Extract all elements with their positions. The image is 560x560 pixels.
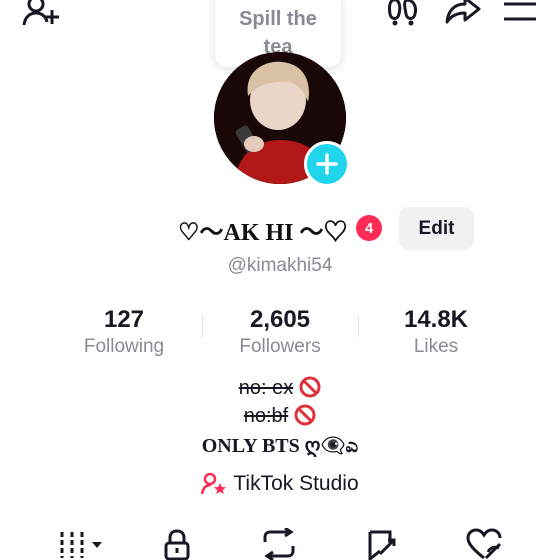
display-name: ♡〜AK HI 〜♡ (178, 220, 348, 246)
bubble-line-1: Spill the (239, 7, 317, 30)
bio-text: no: ex (238, 377, 294, 399)
favorites-icon[interactable] (366, 528, 400, 560)
footprints-icon[interactable] (387, 0, 421, 28)
prohibited-icon (299, 376, 321, 404)
stat-label: Following (83, 336, 165, 357)
reposts-icon[interactable] (262, 528, 296, 560)
share-icon[interactable] (445, 0, 481, 24)
menu-icon[interactable] (504, 2, 536, 22)
stat-divider (202, 316, 203, 338)
studio-label: TikTok Studio (233, 472, 359, 495)
bio-text: no:bf (243, 405, 289, 427)
creator-star-icon (201, 472, 227, 496)
stat-followers[interactable]: 2,605 Followers (210, 306, 350, 360)
bio-line-2: no:bf (0, 404, 560, 432)
stat-label: Likes (413, 336, 459, 357)
stat-value: 127 (103, 306, 145, 333)
plus-icon (316, 153, 338, 175)
bio-line-3: ONLY BTS ღ👁‍🗨ಎ (201, 435, 359, 457)
private-lock-icon[interactable] (161, 528, 193, 560)
tiktok-studio-link[interactable]: TikTok Studio (0, 472, 560, 496)
stat-label: Followers (239, 336, 321, 357)
add-friend-icon[interactable] (22, 0, 60, 28)
videos-grid-icon[interactable] (58, 528, 106, 560)
stat-value: 2,605 (249, 306, 311, 333)
prohibited-icon (294, 404, 316, 432)
add-story-button[interactable] (304, 141, 350, 187)
bio-line-1: no: ex (0, 376, 560, 404)
username: @kimakhi54 (227, 255, 333, 276)
stat-likes[interactable]: 14.8K Likes (366, 306, 506, 360)
stat-divider (358, 316, 359, 338)
stat-value: 14.8K (403, 306, 469, 333)
liked-icon[interactable] (466, 528, 502, 560)
stat-following[interactable]: 127 Following (54, 306, 194, 360)
notification-badge[interactable]: 4 (356, 215, 382, 241)
edit-profile-button[interactable]: Edit (399, 207, 474, 250)
